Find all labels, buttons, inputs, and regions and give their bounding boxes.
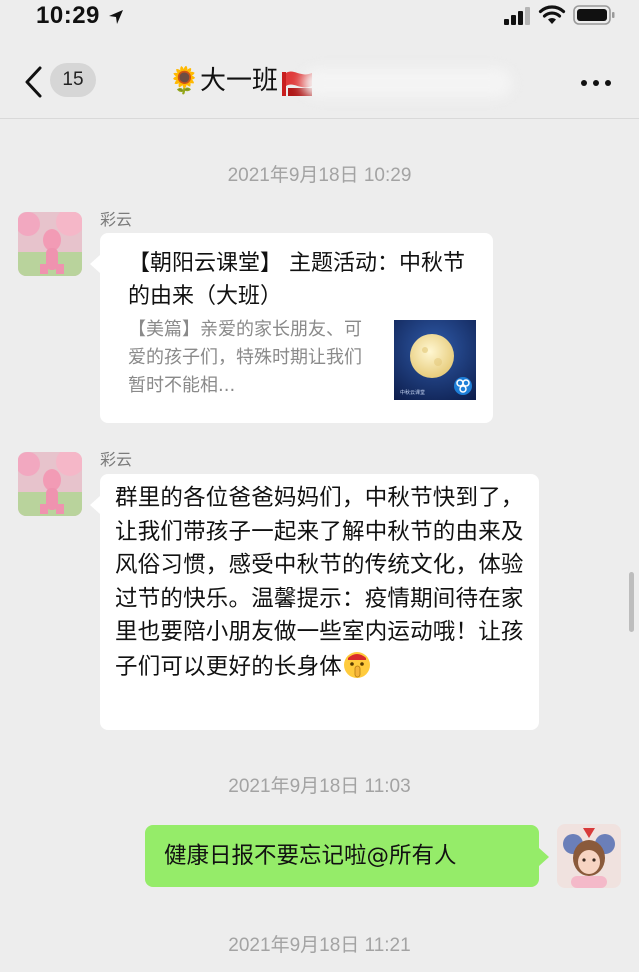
back-chevron-icon[interactable]	[20, 64, 50, 100]
link-card-description: 【美篇】亲爱的家长朋友、可爱的孩子们，特殊时期让我们暂时不能相...	[128, 319, 362, 396]
thumbnail-caption: 中秋云课堂	[400, 389, 425, 396]
more-options-button[interactable]	[578, 72, 614, 92]
message-timestamp: 2021年9月18日 11:21	[228, 935, 411, 956]
message-timestamp: 2021年9月18日 11:03	[228, 776, 411, 797]
shushing-face-emoji	[344, 651, 371, 678]
chat-scrollbar[interactable]	[629, 572, 634, 632]
my-message-bubble[interactable]: 健康日报不要忘记啦@所有人	[145, 825, 549, 887]
pink-panther-avatar-image	[18, 212, 82, 276]
cellular-signal-icon	[504, 7, 530, 25]
text-message-bubble[interactable]: 群里的各位爸爸妈妈们，中秋节快到了，让我们带孩子一起来了解中秋节的由来及风俗习惯…	[90, 474, 539, 730]
sender-name: 彩云	[100, 210, 133, 229]
moon-thumbnail-image: 中秋云课堂	[394, 320, 476, 400]
unread-count-badge[interactable]: 15	[50, 63, 96, 97]
mouse-ears-girl-avatar-image	[557, 824, 621, 888]
link-card-thumbnail: 中秋云课堂	[394, 320, 476, 400]
sunflower-emoji: 🌻	[168, 66, 201, 96]
link-card-title: 【朝阳云课堂】 主题活动：中秋节的由来（大班）	[128, 251, 465, 309]
wifi-icon	[538, 5, 566, 24]
link-card-message[interactable]: 【朝阳云课堂】 主题活动：中秋节的由来（大班） 【美篇】亲爱的家长朋友、可爱的孩…	[90, 233, 493, 423]
status-time: 10:29	[36, 2, 100, 29]
sender-avatar[interactable]	[18, 452, 82, 516]
message-text: 群里的各位爸爸妈妈们，中秋节快到了，让我们带孩子一起来了解中秋节的由来及风俗习惯…	[115, 485, 524, 680]
my-avatar[interactable]	[557, 824, 621, 888]
status-bar: 10:29	[0, 0, 639, 40]
chat-header: 15 🌻 大一班	[0, 40, 639, 119]
sender-avatar[interactable]	[18, 212, 82, 276]
redacted-title-area	[302, 68, 512, 98]
sender-name: 彩云	[100, 450, 133, 469]
my-message-text: 健康日报不要忘记啦@所有人	[164, 843, 457, 869]
pink-panther-avatar-image	[18, 452, 82, 516]
group-name: 大一班	[200, 66, 279, 96]
location-arrow-icon	[109, 10, 123, 24]
message-timestamp: 2021年9月18日 10:29	[227, 165, 412, 186]
battery-icon	[573, 5, 615, 25]
